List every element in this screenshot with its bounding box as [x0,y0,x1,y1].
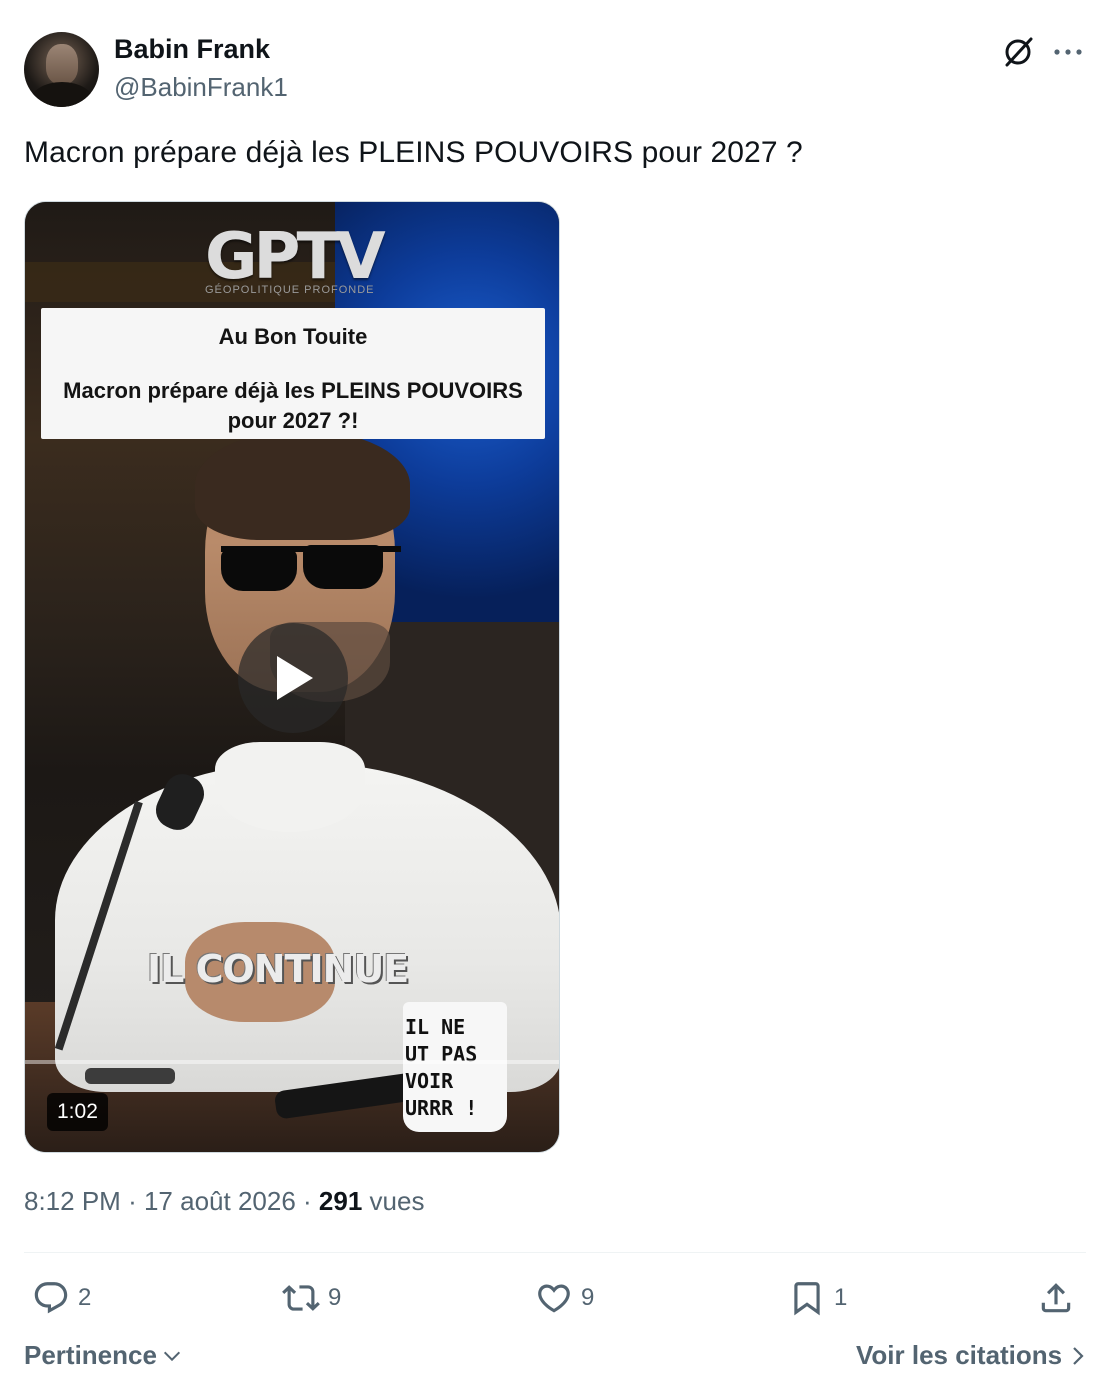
author-display-name[interactable]: Babin Frank [114,34,270,65]
video-person-collar [215,742,365,832]
grok-button[interactable] [998,32,1038,72]
heart-icon [538,1284,570,1313]
divider [24,1252,1086,1253]
tweet-text: Macron prépare déjà les PLEINS POUVOIRS … [24,136,803,169]
like-button[interactable]: 9 [535,1276,594,1320]
meta-separator: · [303,1186,312,1216]
video-person-hair [195,430,410,540]
quotes-label: Voir les citations [856,1340,1063,1370]
retweet-icon [282,1285,320,1311]
video-card-title: Au Bon Touite [218,324,368,349]
share-button[interactable] [1037,1276,1075,1320]
video-mug-text: IL NE UT PAS VOIR URRR ! [405,1015,478,1120]
video-logo: GPTV [205,220,386,294]
bookmark-button[interactable]: 1 [788,1276,847,1320]
tweet-meta: 8:12 PM · 17 août 2026 · 291 vues [24,1186,424,1217]
play-icon [277,656,313,700]
video-title-card: Au Bon Touite Macron prépare déjà les PL… [41,308,545,439]
retweet-count: 9 [328,1284,342,1311]
bookmark-count: 1 [834,1284,848,1311]
avatar-face [46,44,78,84]
reply-icon [34,1282,68,1314]
chevron-right-icon [1073,1346,1084,1365]
views-count: 291 [318,1186,363,1216]
reply-count: 2 [78,1284,92,1311]
tweet-time[interactable]: 8:12 PM [24,1186,121,1216]
more-icon [1054,49,1082,55]
sort-dropdown[interactable]: Pertinence [24,1340,183,1371]
share-icon [1041,1283,1071,1313]
views-label: vues [369,1186,425,1216]
video-person-glasses-left [221,549,297,591]
video-player[interactable]: IL NE UT PAS VOIR URRR ! GPTV GÉOPOLITIQ… [24,201,560,1153]
video-duration: 1:02 [47,1093,108,1131]
meta-separator: · [128,1186,137,1216]
play-button[interactable] [238,623,348,733]
like-count: 9 [581,1284,595,1311]
author-handle[interactable]: @BabinFrank1 [114,72,288,103]
video-logo-subtitle: GÉOPOLITIQUE PROFONDE [205,284,375,296]
more-button[interactable] [1048,32,1088,72]
sort-label: Pertinence [24,1340,157,1370]
video-progress-bar[interactable] [25,1060,559,1064]
video-caption: IL CONTINUE [147,947,409,991]
chevron-down-icon [163,1351,180,1361]
avatar-shoulders [30,82,94,107]
video-mic-base [85,1068,175,1084]
retweet-button[interactable]: 9 [282,1276,341,1320]
video-person-glasses-right [303,545,383,589]
avatar[interactable] [24,32,99,107]
tweet-date[interactable]: 17 août 2026 [144,1186,296,1216]
video-card-body: Macron prépare déjà les PLEINS POUVOIRS … [63,378,523,433]
grok-icon [1005,37,1033,67]
bookmark-icon [794,1282,820,1316]
view-quotes-link[interactable]: Voir les citations [856,1340,1086,1371]
reply-button[interactable]: 2 [32,1276,91,1320]
